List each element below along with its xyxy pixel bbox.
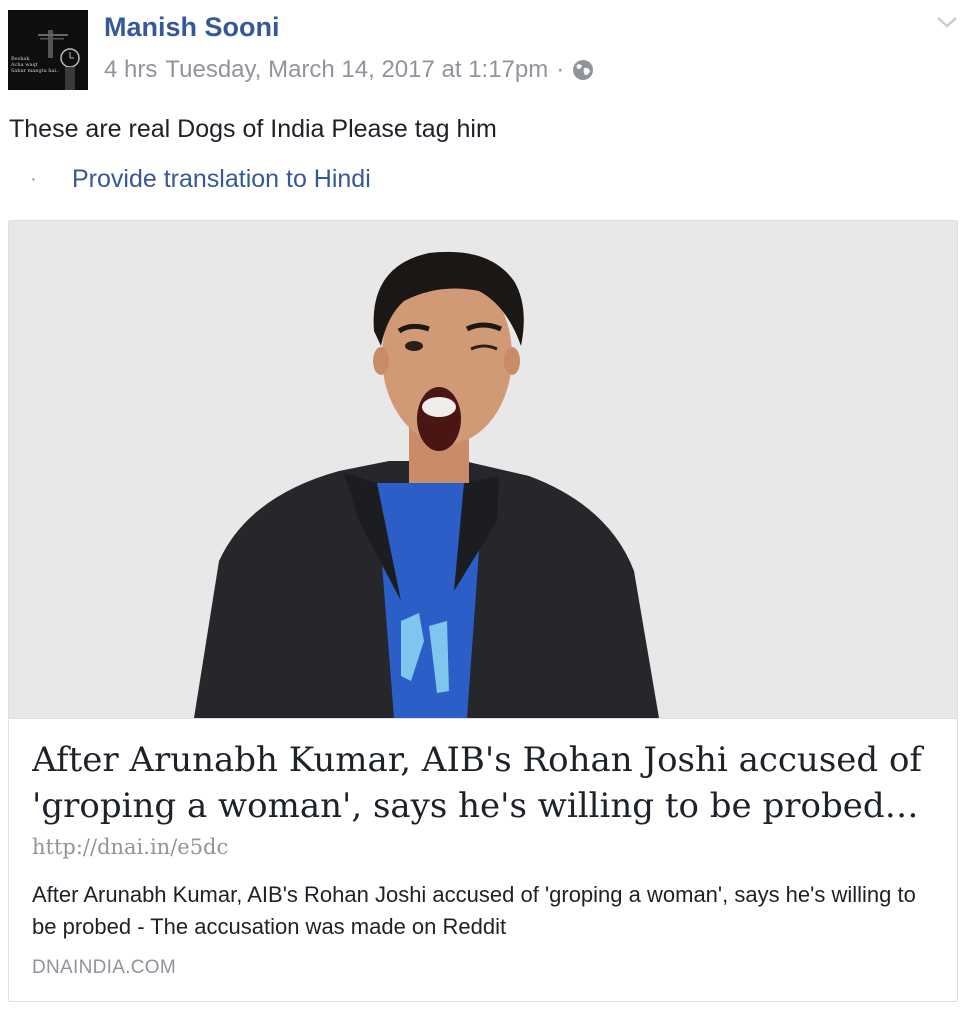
link-domain: DNAINDIA.COM: [32, 957, 176, 978]
link-preview-image[interactable]: [9, 221, 957, 718]
post-meta: 4 hrs Tuesday, March 14, 2017 at 1:17pm …: [104, 56, 594, 84]
avatar-picture: [8, 10, 88, 90]
translation-bullet: ·: [30, 168, 37, 190]
link-description: After Arunabh Kumar, AIB's Rohan Joshi a…: [32, 882, 916, 939]
author-avatar[interactable]: Beshak Acha waqt Sabar mangta hai..: [8, 10, 88, 90]
post-time-ago[interactable]: 4 hrs: [104, 56, 157, 84]
post-timestamp[interactable]: Tuesday, March 14, 2017 at 1:17pm: [165, 56, 548, 84]
avatar-caption: Beshak Acha waqt Sabar mangta hai..: [11, 56, 60, 74]
provide-translation-link[interactable]: Provide translation to Hindi: [72, 165, 371, 194]
translation-row: · Provide translation to Hindi: [30, 165, 371, 194]
globe-icon[interactable]: [572, 59, 594, 81]
meta-separator: ·: [556, 56, 565, 83]
chevron-down-icon[interactable]: [935, 14, 959, 30]
link-preview-body[interactable]: After Arunabh Kumar, AIB's Rohan Joshi a…: [9, 718, 957, 1001]
post-text: These are real Dogs of India Please tag …: [9, 115, 497, 143]
link-url: http://dnai.in/e5dc: [32, 835, 229, 859]
author-name-link[interactable]: Manish Sooni: [104, 12, 280, 43]
link-preview-card[interactable]: After Arunabh Kumar, AIB's Rohan Joshi a…: [8, 220, 958, 1002]
link-title[interactable]: After Arunabh Kumar, AIB's Rohan Joshi a…: [32, 737, 932, 829]
